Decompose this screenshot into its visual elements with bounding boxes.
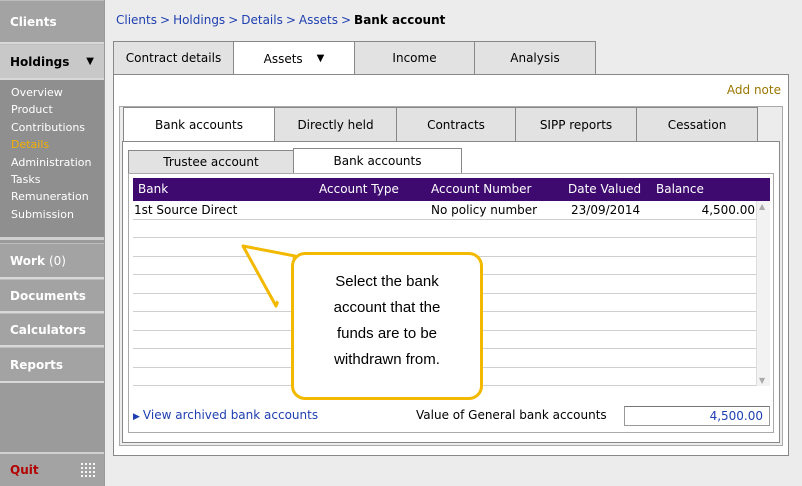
- cell-balance: 4,500.00: [701, 203, 755, 217]
- table-row-empty: [133, 220, 756, 238]
- sidebar-holdings-button[interactable]: Holdings ▼: [0, 44, 104, 80]
- breadcrumb: Clients > Holdings > Details > Assets > Bank acc…: [116, 13, 445, 27]
- sidebar-work-label: Work: [10, 253, 45, 268]
- sidebar-calculators-button[interactable]: Calculators: [0, 313, 104, 347]
- column-header-bank[interactable]: Bank: [138, 182, 168, 196]
- sidebar: Clients Holdings ▼ Overview Product Cont…: [0, 0, 104, 486]
- callout-line: withdrawn from.: [334, 351, 440, 368]
- top-tabs: Contract details Assets ▼ Income Analysi…: [113, 41, 596, 75]
- column-header-account-number[interactable]: Account Number: [431, 182, 531, 196]
- asset-type-tabs: Bank accounts Directly held Contracts SI…: [123, 107, 758, 142]
- grid-scrollbar[interactable]: ▲ ▼: [756, 201, 770, 386]
- grip-icon: [80, 462, 96, 478]
- sidebar-item-overview[interactable]: Overview: [11, 84, 104, 101]
- breadcrumb-holdings[interactable]: Holdings: [173, 13, 225, 27]
- tab-contracts[interactable]: Contracts: [396, 107, 516, 141]
- scroll-down-icon[interactable]: ▼: [759, 376, 765, 385]
- callout-line: account that the: [333, 299, 441, 316]
- sidebar-item-tasks[interactable]: Tasks: [11, 171, 104, 188]
- tab-label: SIPP reports: [539, 117, 613, 132]
- callout-line: Select the bank: [335, 273, 439, 290]
- tab-label: Analysis: [510, 51, 560, 65]
- add-note-link[interactable]: Add note: [727, 83, 781, 97]
- sidebar-clients-label: Clients: [10, 14, 57, 29]
- tab-label: Directly held: [297, 117, 374, 132]
- sidebar-item-product[interactable]: Product: [11, 101, 104, 118]
- sidebar-holdings-label: Holdings: [10, 54, 70, 69]
- grid-footer: ▶ View archived bank accounts Value of Ge…: [133, 406, 770, 426]
- view-archived-label: View archived bank accounts: [142, 408, 319, 422]
- table-row[interactable]: 1st Source Direct No policy number 23/09…: [133, 201, 756, 220]
- column-header-date-valued[interactable]: Date Valued: [568, 182, 641, 196]
- tab-label: Income: [392, 51, 437, 65]
- tab-label: Cessation: [667, 117, 727, 132]
- tab-label: Trustee account: [163, 155, 259, 169]
- value-total-label: Value of General bank accounts: [416, 408, 607, 422]
- tab-trustee-account[interactable]: Trustee account: [128, 150, 294, 173]
- tab-contract-details[interactable]: Contract details: [113, 41, 234, 74]
- breadcrumb-assets[interactable]: Assets: [299, 13, 338, 27]
- tab-assets[interactable]: Assets ▼: [233, 41, 355, 75]
- tab-label: Assets: [263, 51, 303, 66]
- callout-text: Select the bank account that the funds a…: [294, 269, 480, 373]
- tab-label: Bank accounts: [333, 154, 422, 168]
- cell-account-number: No policy number: [431, 203, 538, 217]
- work-count-badge: (0): [48, 253, 66, 268]
- cell-date-valued: 23/09/2014: [571, 203, 641, 217]
- breadcrumb-separator: >: [285, 13, 296, 27]
- quit-area: Quit: [0, 452, 104, 486]
- breadcrumb-clients[interactable]: Clients: [116, 13, 157, 27]
- tab-sipp-reports[interactable]: SIPP reports: [515, 107, 637, 141]
- sidebar-item-remuneration[interactable]: Remuneration: [11, 188, 104, 205]
- account-tabs: Trustee account Bank accounts: [128, 148, 462, 173]
- triangle-right-icon: ▶: [133, 412, 140, 422]
- tab-general-bank-accounts[interactable]: Bank accounts: [293, 148, 462, 173]
- sidebar-reports-label: Reports: [10, 357, 64, 372]
- tab-income[interactable]: Income: [354, 41, 475, 74]
- sidebar-reports-button[interactable]: Reports: [0, 347, 104, 383]
- sidebar-item-submission[interactable]: Submission: [11, 206, 104, 223]
- value-total-field: 4,500.00: [624, 406, 770, 426]
- grid-header: Bank Account Type Account Number Date Va…: [133, 178, 770, 201]
- breadcrumb-separator: >: [340, 13, 352, 27]
- chevron-down-icon[interactable]: ▼: [317, 53, 325, 64]
- help-callout: Select the bank account that the funds a…: [291, 252, 483, 400]
- sidebar-item-contributions[interactable]: Contributions: [11, 119, 104, 136]
- tab-label: Bank accounts: [154, 118, 243, 132]
- tab-directly-held[interactable]: Directly held: [274, 107, 397, 141]
- sidebar-calculators-label: Calculators: [10, 322, 86, 337]
- tab-analysis[interactable]: Analysis: [474, 41, 596, 74]
- view-archived-link[interactable]: ▶ View archived bank accounts: [133, 408, 318, 422]
- callout-line: funds are to be: [336, 325, 438, 342]
- sidebar-item-administration[interactable]: Administration: [11, 154, 104, 171]
- column-header-account-type[interactable]: Account Type: [319, 182, 399, 196]
- sidebar-documents-button[interactable]: Documents: [0, 279, 104, 313]
- scroll-up-icon[interactable]: ▲: [759, 202, 765, 211]
- sidebar-documents-label: Documents: [10, 288, 86, 303]
- cell-bank: 1st Source Direct: [134, 203, 238, 217]
- sidebar-clients-button[interactable]: Clients: [0, 0, 104, 44]
- quit-button[interactable]: Quit: [10, 463, 39, 477]
- column-header-balance[interactable]: Balance: [656, 182, 704, 196]
- sidebar-work-button[interactable]: Work (0): [0, 243, 104, 279]
- chevron-down-icon: ▼: [86, 56, 94, 67]
- tab-cessation[interactable]: Cessation: [636, 107, 758, 141]
- breadcrumb-current: Bank account: [354, 13, 446, 27]
- tab-bank-accounts[interactable]: Bank accounts: [123, 107, 275, 142]
- main-content: Clients > Holdings > Details > Assets > Bank acc…: [104, 0, 802, 486]
- holdings-submenu: Overview Product Contributions Details A…: [0, 80, 104, 240]
- breadcrumb-separator: >: [228, 13, 239, 27]
- breadcrumb-separator: >: [160, 13, 171, 27]
- tab-label: Contract details: [125, 51, 222, 65]
- sidebar-item-details[interactable]: Details: [11, 136, 104, 153]
- breadcrumb-details[interactable]: Details: [241, 13, 283, 27]
- tab-label: Contracts: [427, 117, 485, 132]
